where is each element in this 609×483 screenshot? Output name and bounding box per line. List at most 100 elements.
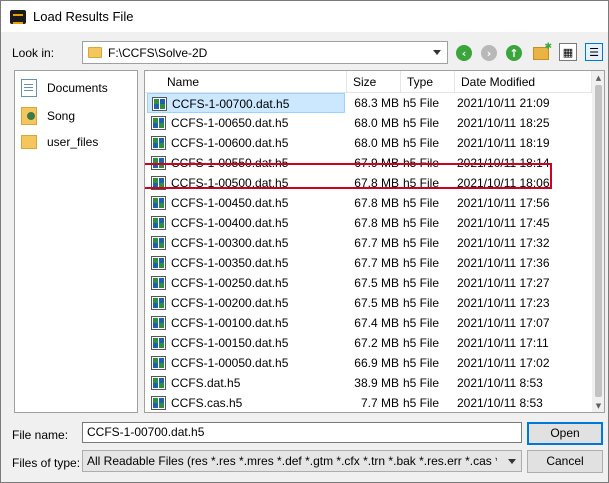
column-header-date[interactable]: Date Modified <box>455 71 592 93</box>
table-row[interactable]: CCFS-1-00300.dat.h5 67.7 MB h5 File 2021/10… <box>145 233 592 253</box>
table-row[interactable]: CCFS-1-00050.dat.h5 66.9 MB h5 File 2021/10… <box>145 353 592 373</box>
file-name-cell[interactable]: CCFS-1-00600.dat.h5 <box>147 133 345 153</box>
table-row[interactable]: CCFS-1-00250.dat.h5 67.5 MB h5 File 2021/10… <box>145 273 592 293</box>
table-row[interactable]: CCFS-1-00550.dat.h5 67.9 MB h5 File 2021/10… <box>145 153 592 173</box>
table-row[interactable]: CCFS-1-00500.dat.h5 67.8 MB h5 File 2021/10… <box>145 173 592 193</box>
file-name: CCFS-1-00150.dat.h5 <box>171 336 289 350</box>
file-name-cell[interactable]: CCFS-1-00050.dat.h5 <box>147 353 345 373</box>
column-header-size[interactable]: ⌄ Size <box>347 71 401 93</box>
open-button[interactable]: Open <box>527 422 603 445</box>
file-size: 67.7 MB <box>354 236 399 250</box>
sidebar-item-user-files[interactable]: user_files <box>21 135 98 149</box>
table-row[interactable]: CCFS-1-00200.dat.h5 67.5 MB h5 File 2021/10… <box>145 293 592 313</box>
detail-view-button[interactable]: ☰ <box>585 43 603 61</box>
file-date: 2021/10/11 17:45 <box>457 216 550 230</box>
file-name-cell[interactable]: CCFS-1-00200.dat.h5 <box>147 293 345 313</box>
sidebar-item-documents[interactable]: Documents <box>21 79 108 97</box>
back-arrow-icon: ‹ <box>456 45 472 61</box>
file-name: CCFS-1-00500.dat.h5 <box>171 176 289 190</box>
sidebar-item-song[interactable]: Song <box>21 107 75 125</box>
file-type: h5 File <box>403 136 440 150</box>
file-list: Name ⌄ Size Type Date Modified CCFS-1-00… <box>144 70 605 413</box>
h5-file-icon <box>151 296 166 310</box>
table-row[interactable]: CCFS-1-00600.dat.h5 68.0 MB h5 File 2021/10… <box>145 133 592 153</box>
file-date: 2021/10/11 17:32 <box>457 236 550 250</box>
file-type: h5 File <box>403 296 440 310</box>
detail-view-icon: ☰ <box>589 45 599 59</box>
back-button[interactable]: ‹ <box>454 43 474 63</box>
lookin-path: F:\CCFS\Solve-2D <box>108 45 208 60</box>
h5-file-icon <box>151 256 166 270</box>
file-date: 2021/10/11 8:53 <box>457 376 543 390</box>
table-row[interactable]: CCFS-1-00350.dat.h5 67.7 MB h5 File 2021/10… <box>145 253 592 273</box>
table-row[interactable]: CCFS-1-00150.dat.h5 67.2 MB h5 File 2021/10… <box>145 333 592 353</box>
h5-file-icon <box>151 376 166 390</box>
file-name-cell[interactable]: CCFS-1-00700.dat.h5 <box>147 93 345 113</box>
file-size: 68.3 MB <box>354 96 399 110</box>
file-name-cell[interactable]: CCFS-1-00150.dat.h5 <box>147 333 345 353</box>
up-folder-button[interactable]: ↑ <box>504 43 524 63</box>
filename-label: File name: <box>12 428 69 442</box>
table-row[interactable]: CCFS-1-00650.dat.h5 68.0 MB h5 File 2021/10… <box>145 113 592 133</box>
h5-file-icon <box>151 156 166 170</box>
forward-button[interactable]: › <box>479 43 499 63</box>
cancel-button[interactable]: Cancel <box>527 450 603 473</box>
app-icon <box>10 9 26 24</box>
file-name-cell[interactable]: CCFS.cas.h5 <box>147 393 345 412</box>
file-name-cell[interactable]: CCFS-1-00500.dat.h5 <box>147 173 345 193</box>
file-name-cell[interactable]: CCFS-1-00300.dat.h5 <box>147 233 345 253</box>
scroll-thumb[interactable] <box>595 85 602 397</box>
file-date: 2021/10/11 8:53 <box>457 396 543 410</box>
file-name-cell[interactable]: CCFS-1-00450.dat.h5 <box>147 193 345 213</box>
file-name-cell[interactable]: CCFS-1-00100.dat.h5 <box>147 313 345 333</box>
forward-arrow-icon: › <box>481 45 497 61</box>
file-type: h5 File <box>403 376 440 390</box>
list-view-button[interactable]: ▦ <box>559 43 577 61</box>
file-name-cell[interactable]: CCFS-1-00550.dat.h5 <box>147 153 345 173</box>
filename-row: File name: CCFS-1-00700.dat.h5 Open <box>1 422 608 446</box>
new-folder-button[interactable] <box>531 41 552 63</box>
h5-file-icon <box>151 176 166 190</box>
file-name-cell[interactable]: CCFS-1-00250.dat.h5 <box>147 273 345 293</box>
h5-file-icon <box>151 236 166 250</box>
h5-file-icon <box>151 356 166 370</box>
file-name: CCFS-1-00350.dat.h5 <box>171 256 289 270</box>
lookin-combo[interactable]: F:\CCFS\Solve-2D <box>82 41 448 64</box>
filetype-select[interactable]: All Readable Files (res *.res *.mres *.d… <box>82 450 522 472</box>
folder-icon <box>21 135 37 149</box>
chevron-down-icon[interactable] <box>433 50 441 55</box>
table-row[interactable]: CCFS-1-00100.dat.h5 67.4 MB h5 File 2021/10… <box>145 313 592 333</box>
file-list-header: Name ⌄ Size Type Date Modified <box>145 71 592 93</box>
file-size: 68.0 MB <box>354 136 399 150</box>
filename-input[interactable]: CCFS-1-00700.dat.h5 <box>82 422 522 443</box>
file-type: h5 File <box>403 116 440 130</box>
file-date: 2021/10/11 17:36 <box>457 256 550 270</box>
file-name-cell[interactable]: CCFS-1-00650.dat.h5 <box>147 113 345 133</box>
file-name-cell[interactable]: CCFS-1-00350.dat.h5 <box>147 253 345 273</box>
file-date: 2021/10/11 18:14 <box>457 156 550 170</box>
table-row[interactable]: CCFS.cas.h5 7.7 MB h5 File 2021/10/11 8:53 <box>145 393 592 412</box>
sidebar-item-label: user_files <box>47 135 99 149</box>
scroll-up-icon[interactable]: ▲ <box>592 71 604 84</box>
h5-file-icon <box>151 396 166 410</box>
file-date: 2021/10/11 17:27 <box>457 276 550 290</box>
table-row[interactable]: CCFS-1-00450.dat.h5 67.8 MB h5 File 2021/10… <box>145 193 592 213</box>
table-row[interactable]: CCFS.dat.h5 38.9 MB h5 File 2021/10/11 8:53 <box>145 373 592 393</box>
file-size: 67.8 MB <box>354 216 399 230</box>
filetype-row: Files of type: All Readable Files (res *… <box>1 450 608 474</box>
column-header-type[interactable]: Type <box>401 71 455 93</box>
table-row[interactable]: CCFS-1-00400.dat.h5 67.8 MB h5 File 2021/10… <box>145 213 592 233</box>
file-name: CCFS-1-00700.dat.h5 <box>172 97 290 111</box>
file-name: CCFS-1-00300.dat.h5 <box>171 236 289 250</box>
table-row[interactable]: CCFS-1-00700.dat.h5 68.3 MB h5 File 2021/10… <box>145 93 592 113</box>
file-size: 68.0 MB <box>354 116 399 130</box>
file-name-cell[interactable]: CCFS-1-00400.dat.h5 <box>147 213 345 233</box>
file-name-cell[interactable]: CCFS.dat.h5 <box>147 373 345 393</box>
folder-icon <box>88 47 102 58</box>
scroll-down-icon[interactable]: ▼ <box>592 399 604 412</box>
vertical-scrollbar[interactable]: ▲ ▼ <box>592 71 604 412</box>
file-size: 67.8 MB <box>354 196 399 210</box>
sort-caret-icon: ⌄ <box>371 75 378 84</box>
column-header-name[interactable]: Name <box>161 71 347 93</box>
h5-file-icon <box>151 216 166 230</box>
